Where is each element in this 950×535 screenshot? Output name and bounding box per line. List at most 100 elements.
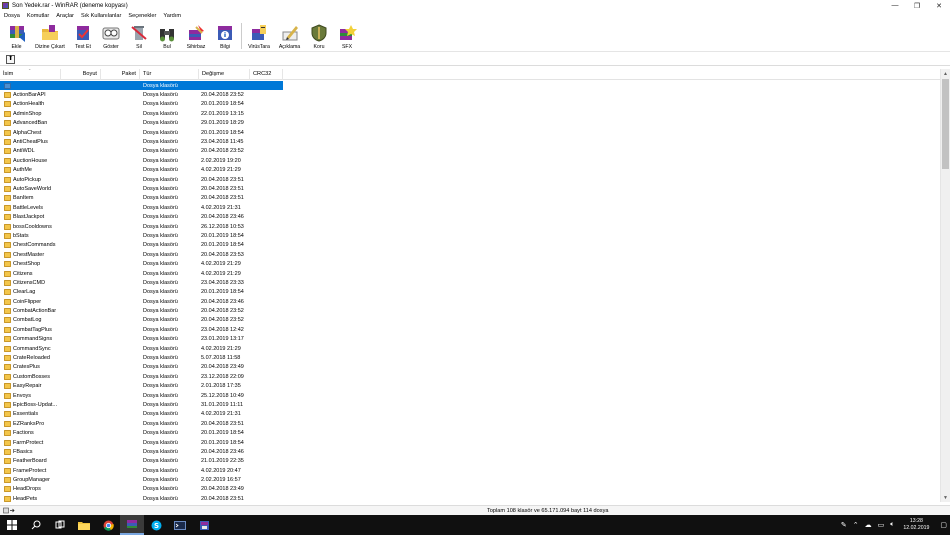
notification-icon[interactable]: ▢ xyxy=(940,521,947,529)
table-row[interactable]: FBasics Dosya klasörü 20.04.2018 23:46 xyxy=(0,447,940,456)
menu-favorites[interactable]: Sık Kullanılanlar xyxy=(79,13,126,19)
parent-folder-row[interactable]: Dosya klasörü xyxy=(0,81,940,91)
add-button[interactable]: Ekle xyxy=(3,21,30,51)
sfx-button[interactable]: SFX xyxy=(334,21,360,51)
table-row[interactable]: CustomBosses Dosya klasörü 23.12.2018 22:0… xyxy=(0,372,940,381)
file-explorer-button[interactable] xyxy=(72,515,96,535)
cloud-icon[interactable]: ☁ xyxy=(865,521,872,529)
start-button[interactable] xyxy=(0,515,24,535)
table-row[interactable]: FarmProtect Dosya klasörü 20.01.2019 18:54 xyxy=(0,438,940,447)
table-row[interactable]: AntiCheatPlus Dosya klasörü 23.04.2018 11:… xyxy=(0,137,940,146)
scrollbar-thumb[interactable] xyxy=(942,79,949,169)
table-row[interactable]: AdvancedBan Dosya klasörü 29.01.2019 18:29 xyxy=(0,119,940,128)
column-name[interactable]: İsim ⌃ xyxy=(0,68,61,80)
table-row[interactable]: Factions Dosya klasörü 20.01.2019 18:54 xyxy=(0,428,940,437)
delete-button[interactable]: Sil xyxy=(126,21,152,51)
menu-commands[interactable]: Komutlar xyxy=(25,13,54,19)
table-row[interactable]: HeadDrops Dosya klasörü 20.04.2018 23:49 xyxy=(0,485,940,494)
table-row[interactable]: bossCooldowns Dosya klasörü 26.12.2018 10:… xyxy=(0,222,940,231)
vertical-scrollbar[interactable]: ▲ ▼ xyxy=(940,69,950,502)
search-button[interactable] xyxy=(24,515,48,535)
terminal-button[interactable] xyxy=(168,515,192,535)
skype-button[interactable]: S xyxy=(144,515,168,535)
column-modified[interactable]: Değişme xyxy=(199,68,250,80)
task-view-button[interactable] xyxy=(48,515,72,535)
column-packed[interactable]: Paket xyxy=(101,68,140,80)
up-one-level-button[interactable]: ⬆ xyxy=(6,54,15,64)
table-row[interactable]: Essentials Dosya klasörü 4.02.2019 21:31 xyxy=(0,410,940,419)
table-row[interactable]: BattleLevels Dosya klasörü 4.02.2019 21:31 xyxy=(0,203,940,212)
wizard-button[interactable]: Sihirbaz xyxy=(182,21,210,51)
cell-type: Dosya klasörü xyxy=(143,167,178,174)
cell-name: EZRanksPro xyxy=(0,419,61,428)
table-row[interactable]: CoinFlipper Dosya klasörü 20.04.2018 23:46 xyxy=(0,297,940,306)
menu-options[interactable]: Seçenekler xyxy=(126,13,161,19)
table-row[interactable]: CommandSync Dosya klasörü 4.02.2019 21:29 xyxy=(0,344,940,353)
winrar-taskbar-button[interactable] xyxy=(120,515,144,535)
minimize-button[interactable]: — xyxy=(884,0,906,11)
column-type[interactable]: Tür xyxy=(140,68,199,80)
table-row[interactable]: ActionHealth Dosya klasörü 20.01.2019 18:5… xyxy=(0,100,940,109)
table-row[interactable]: AuthMe Dosya klasörü 4.02.2019 21:29 xyxy=(0,166,940,175)
chevron-up-icon[interactable]: ⌃ xyxy=(853,521,859,529)
table-row[interactable]: Envoys Dosya klasörü 25.12.2018 10:49 xyxy=(0,391,940,400)
chrome-button[interactable] xyxy=(96,515,120,535)
table-row[interactable]: AutoPickup Dosya klasörü 20.04.2018 23:51 xyxy=(0,175,940,184)
column-size[interactable]: Boyut xyxy=(61,68,101,80)
test-button[interactable]: Test Et xyxy=(70,21,96,51)
table-row[interactable]: CombatActionBar Dosya klasörü 20.04.2018 2… xyxy=(0,306,940,315)
file-list[interactable]: Dosya klasörü ActionBarAPI Dosya klasörü 20… xyxy=(0,81,940,502)
info-button[interactable]: Bilgi xyxy=(212,21,238,51)
protect-button[interactable]: Koru xyxy=(306,21,332,51)
cell-type: Dosya klasörü xyxy=(143,486,178,493)
pen-icon[interactable]: ✎ xyxy=(841,521,847,529)
network-icon[interactable]: ▭ xyxy=(878,521,885,529)
comment-button[interactable]: Açıklama xyxy=(275,21,304,51)
table-row[interactable]: AuctionHouse Dosya klasörü 2.02.2019 19:20 xyxy=(0,156,940,165)
menu-help[interactable]: Yardım xyxy=(161,13,186,19)
table-row[interactable]: CommandSigns Dosya klasörü 23.01.2019 13:1… xyxy=(0,335,940,344)
table-row[interactable]: AlphaChest Dosya klasörü 20.01.2019 18:54 xyxy=(0,128,940,137)
table-row[interactable]: Citizens Dosya klasörü 4.02.2019 21:29 xyxy=(0,269,940,278)
table-row[interactable]: ChestShop Dosya klasörü 4.02.2019 21:29 xyxy=(0,259,940,268)
view-button[interactable]: Göster xyxy=(98,21,124,51)
app-button[interactable] xyxy=(192,515,216,535)
table-row[interactable]: AdminShop Dosya klasörü 22.01.2019 13:15 xyxy=(0,109,940,118)
table-row[interactable]: CrateReloaded Dosya klasörü 5.07.2018 11:5… xyxy=(0,353,940,362)
table-row[interactable]: EasyRepair Dosya klasörü 2.01.2018 17:35 xyxy=(0,382,940,391)
cell-packed xyxy=(101,147,140,156)
table-row[interactable]: AutoSaveWorld Dosya klasörü 20.04.2018 23:… xyxy=(0,184,940,193)
table-row[interactable]: ChestCommands Dosya klasörü 20.01.2019 18:… xyxy=(0,241,940,250)
table-row[interactable]: ActionBarAPI Dosya klasörü 20.04.2018 23:5… xyxy=(0,90,940,99)
scroll-down-icon[interactable]: ▼ xyxy=(941,493,950,502)
table-row[interactable]: EpicBoss-Updat... Dosya klasörü 31.01.2019… xyxy=(0,400,940,409)
table-row[interactable]: GroupManager Dosya klasörü 2.02.2019 16:57 xyxy=(0,475,940,484)
table-row[interactable]: BlastJackpot Dosya klasörü 20.04.2018 23:4… xyxy=(0,212,940,221)
table-row[interactable]: ClearLag Dosya klasörü 20.01.2019 18:54 xyxy=(0,288,940,297)
table-row[interactable]: CratesPlus Dosya klasörü 20.04.2018 23:49 xyxy=(0,363,940,372)
virus-scan-button[interactable]: VirüsTara xyxy=(245,21,273,51)
table-row[interactable]: bStats Dosya klasörü 20.01.2019 18:54 xyxy=(0,231,940,240)
menu-file[interactable]: Dosya xyxy=(2,13,25,19)
table-row[interactable]: CombatTagPlus Dosya klasörü 23.04.2018 12:… xyxy=(0,325,940,334)
menu-tools[interactable]: Araçlar xyxy=(54,13,79,19)
extract-to-button[interactable]: Dizine Çıkart xyxy=(32,21,68,51)
clock[interactable]: 13:28 12.02.2019 xyxy=(903,518,929,532)
path-field[interactable] xyxy=(19,54,947,64)
column-crc[interactable]: CRC32 xyxy=(250,68,283,80)
table-row[interactable]: CitizensCMD Dosya klasörü 23.04.2018 23:33 xyxy=(0,278,940,287)
close-button[interactable]: ✕ xyxy=(928,0,950,11)
drive-icon[interactable] xyxy=(3,507,15,514)
table-row[interactable]: FrameProtect Dosya klasörü 4.02.2019 20:47 xyxy=(0,466,940,475)
maximize-button[interactable]: ❐ xyxy=(906,0,928,11)
table-row[interactable]: ChestMaster Dosya klasörü 20.04.2018 23:53 xyxy=(0,250,940,259)
scroll-up-icon[interactable]: ▲ xyxy=(941,69,950,78)
table-row[interactable]: CombatLog Dosya klasörü 20.04.2018 23:52 xyxy=(0,316,940,325)
table-row[interactable]: AntiWDL Dosya klasörü 20.04.2018 23:52 xyxy=(0,147,940,156)
table-row[interactable]: BanItem Dosya klasörü 20.04.2018 23:51 xyxy=(0,194,940,203)
table-row[interactable]: HeadPets Dosya klasörü 20.04.2018 23:51 xyxy=(0,494,940,502)
volume-icon[interactable]: 🔈︎ xyxy=(890,521,894,529)
find-button[interactable]: Bul xyxy=(154,21,180,51)
table-row[interactable]: EZRanksPro Dosya klasörü 20.04.2018 23:51 xyxy=(0,419,940,428)
table-row[interactable]: FeatherBoard Dosya klasörü 21.01.2019 22:3… xyxy=(0,457,940,466)
